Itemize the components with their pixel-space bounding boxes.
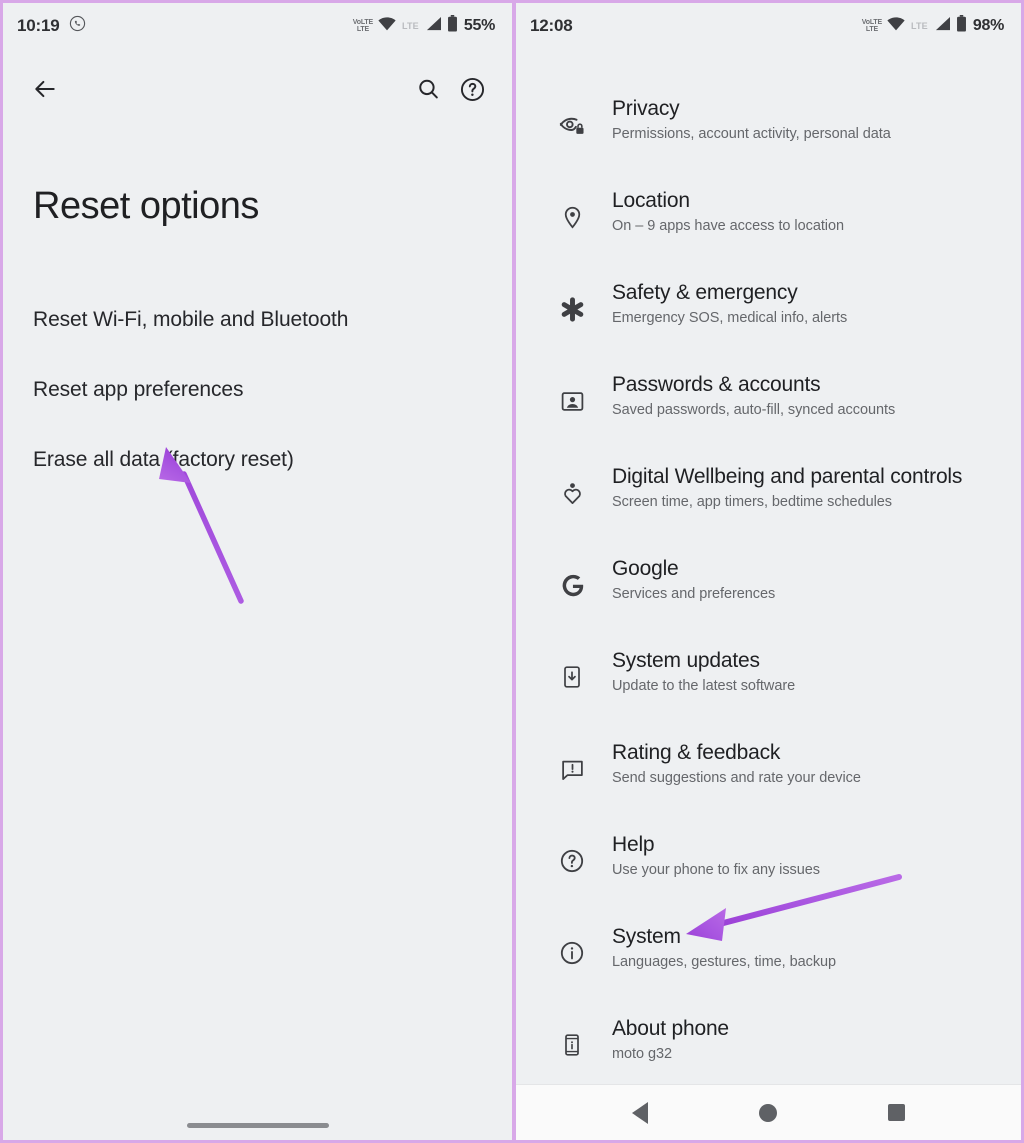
status-clock: 12:08 [530,16,573,35]
settings-row-title: Privacy [612,97,680,120]
reset-options-list: Reset Wi-Fi, mobile and Bluetooth Reset … [33,285,492,495]
battery-percent: 55% [463,17,495,34]
android-navigation-bar [516,1084,1021,1140]
rating-feedback-icon [550,738,594,800]
settings-row-text: System Languages, gestures, time, backup [612,922,836,971]
reset-option-label: Erase all data (factory reset) [33,448,294,471]
settings-row-subtitle: Emergency SOS, medical info, alerts [612,310,848,327]
google-g-icon [550,554,594,616]
settings-row-subtitle: Saved passwords, auto-fill, synced accou… [612,402,896,419]
help-circle-icon [550,830,594,892]
reset-option-network[interactable]: Reset Wi-Fi, mobile and Bluetooth [33,285,492,355]
settings-row-subtitle: Update to the latest software [612,678,796,695]
settings-row-rating-feedback[interactable]: Rating & feedback Send suggestions and r… [516,727,1021,819]
page-title: Reset options [33,185,259,227]
settings-row-passwords-accounts[interactable]: Passwords & accounts Saved passwords, au… [516,359,1021,451]
settings-row-text: About phone moto g32 [612,1014,729,1063]
settings-row-text: Help Use your phone to fix any issues [612,830,820,879]
settings-row-privacy[interactable]: Privacy Permissions, account activity, p… [516,83,1021,175]
status-bar-right: VoLTE LTE LTE [353,15,495,37]
help-circle-icon[interactable] [450,67,494,111]
safety-asterisk-icon [550,278,594,340]
settings-row-title: System updates [612,649,760,672]
battery-percent: 98% [972,17,1004,34]
volte-icon: VoLTE LTE [861,19,882,33]
reset-option-label: Reset app preferences [33,378,244,401]
settings-row-location[interactable]: Location On – 9 apps have access to loca… [516,175,1021,267]
reset-option-factory-reset[interactable]: Erase all data (factory reset) [33,425,492,495]
status-bar-left: 12:08 [530,16,573,36]
search-icon[interactable] [406,67,450,111]
settings-row-text: Safety & emergency Emergency SOS, medica… [612,278,847,327]
settings-row-text: Passwords & accounts Saved passwords, au… [612,370,895,419]
status-bar-right: VoLTE LTE LTE [862,15,1004,37]
left-status-bar: 10:19 VoLTE LTE LTE 55% [3,3,512,49]
settings-row-title: Help [612,833,655,856]
settings-row-text: Privacy Permissions, account activity, p… [612,94,891,143]
settings-row-text: Rating & feedback Send suggestions and r… [612,738,861,787]
settings-row-title: Rating & feedback [612,741,781,764]
network-type-label: LTE [910,21,928,31]
settings-row-subtitle: Services and preferences [612,586,776,603]
left-app-bar [3,61,512,117]
reset-option-app-preferences[interactable]: Reset app preferences [33,355,492,425]
settings-row-title: Passwords & accounts [612,373,821,396]
privacy-eye-lock-icon [550,94,594,156]
settings-row-text: Digital Wellbeing and parental controls … [612,462,962,511]
settings-row-title: System [612,925,681,948]
settings-row-title: Safety & emergency [612,281,798,304]
network-type-label: LTE [401,21,419,31]
arrow-back-icon[interactable] [23,67,67,111]
nav-back-triangle-icon[interactable] [612,1089,668,1137]
dual-phone-screenshot: 10:19 VoLTE LTE LTE 55% Reset options Re… [0,0,1024,1143]
wifi-icon [887,16,905,36]
volte-icon: VoLTE LTE [352,19,373,33]
settings-row-subtitle: Screen time, app timers, bedtime schedul… [612,494,892,511]
settings-row-subtitle: On – 9 apps have access to location [612,218,845,235]
settings-row-subtitle: moto g32 [612,1046,673,1063]
settings-row-subtitle: Use your phone to fix any issues [612,862,820,879]
gesture-navigation-pill[interactable] [186,1123,329,1128]
settings-row-google[interactable]: Google Services and preferences [516,543,1021,635]
settings-row-digital-wellbeing[interactable]: Digital Wellbeing and parental controls … [516,451,1021,543]
settings-row-system-updates[interactable]: System updates Update to the latest soft… [516,635,1021,727]
right-phone-panel: 12:08 VoLTE LTE LTE 98% Privacy Permissi… [514,0,1024,1143]
settings-row-text: Google Services and preferences [612,554,775,603]
status-bar-left: 10:19 [17,15,86,37]
nav-recents-square-icon[interactable] [869,1089,925,1137]
wifi-icon [378,16,396,36]
nav-home-circle-icon[interactable] [740,1089,796,1137]
settings-row-title: About phone [612,1017,729,1040]
left-phone-panel: 10:19 VoLTE LTE LTE 55% Reset options Re… [0,0,514,1143]
whatsapp-icon [69,15,86,37]
settings-row-system[interactable]: System Languages, gestures, time, backup [516,911,1021,1003]
passwords-account-icon [550,370,594,432]
settings-row-subtitle: Languages, gestures, time, backup [612,954,837,971]
settings-row-title: Google [612,557,679,580]
system-updates-icon [550,646,594,708]
settings-list: Privacy Permissions, account activity, p… [516,83,1021,1095]
status-clock: 10:19 [17,16,60,35]
signal-bars-icon [425,16,442,36]
digital-wellbeing-icon [550,462,594,524]
settings-row-safety-emergency[interactable]: Safety & emergency Emergency SOS, medica… [516,267,1021,359]
right-status-bar: 12:08 VoLTE LTE LTE 98% [516,3,1021,49]
reset-option-label: Reset Wi-Fi, mobile and Bluetooth [33,308,349,331]
system-info-icon [550,922,594,984]
settings-row-subtitle: Send suggestions and rate your device [612,770,861,787]
settings-row-text: System updates Update to the latest soft… [612,646,795,695]
settings-row-title: Location [612,189,690,212]
settings-row-help[interactable]: Help Use your phone to fix any issues [516,819,1021,911]
settings-row-title: Digital Wellbeing and parental controls [612,465,963,488]
settings-row-text: Location On – 9 apps have access to loca… [612,186,844,235]
location-pin-icon [550,186,594,248]
battery-icon [956,15,967,37]
settings-row-subtitle: Permissions, account activity, personal … [612,126,891,143]
signal-bars-icon [934,16,951,36]
about-phone-icon [550,1014,594,1076]
settings-row-about-phone[interactable]: About phone moto g32 [516,1003,1021,1095]
battery-icon [447,15,458,37]
